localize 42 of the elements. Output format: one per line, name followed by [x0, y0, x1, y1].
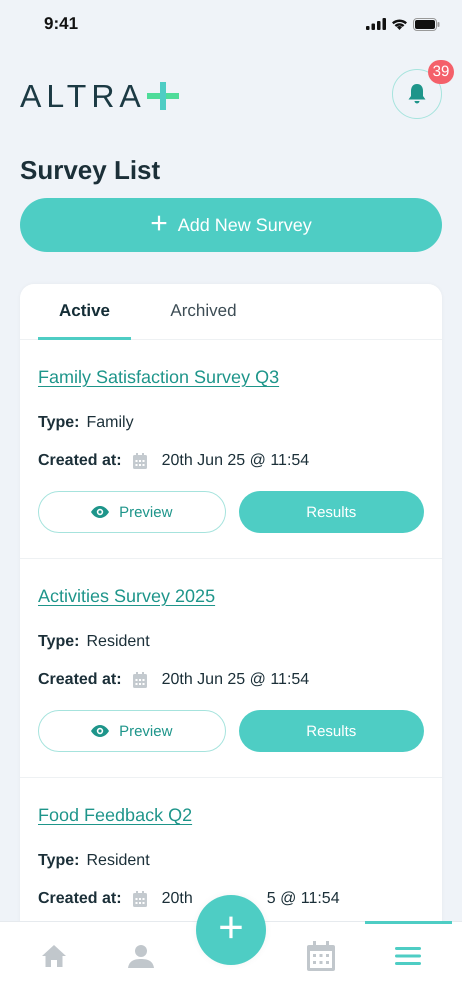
created-date: 20th Jun 25 @ 11:54	[162, 452, 310, 470]
results-button[interactable]: Results	[238, 710, 424, 752]
home-icon	[40, 944, 67, 968]
type-value: Family	[86, 414, 134, 432]
tab[interactable]: Active	[38, 284, 131, 340]
add-fab-button[interactable]: +	[196, 895, 266, 965]
calendar-icon	[132, 891, 147, 907]
type-label: Type:	[38, 852, 80, 870]
add-survey-button[interactable]: + Add New Survey	[20, 198, 442, 252]
type-value: Resident	[86, 633, 150, 651]
plus-logo-icon	[146, 82, 179, 110]
calendar-icon	[132, 453, 147, 469]
calendar-icon	[132, 672, 147, 688]
results-button[interactable]: Results	[238, 491, 424, 533]
type-label: Type:	[38, 414, 80, 432]
created-date: 20th Jun 25 @ 11:54	[162, 671, 310, 689]
survey-title-link[interactable]: Food Feedback Q2	[38, 805, 192, 826]
created-date: 5 @ 11:54	[266, 890, 340, 908]
created-label: Created at:	[38, 671, 122, 689]
menu-icon	[395, 947, 422, 965]
bell-icon	[407, 83, 427, 105]
page-title: Survey List	[20, 155, 162, 186]
eye-icon	[91, 725, 110, 737]
signal-icon	[366, 18, 386, 30]
type-value: Resident	[86, 852, 150, 870]
person-icon	[128, 944, 154, 968]
battery-icon	[413, 18, 440, 30]
tab[interactable]: Archived	[157, 284, 250, 340]
type-label: Type:	[38, 633, 80, 651]
created-label: Created at:	[38, 890, 122, 908]
eye-icon	[91, 506, 110, 518]
logo-text: ALTRA	[20, 78, 146, 114]
preview-button[interactable]: Preview	[38, 710, 226, 752]
survey-title-link[interactable]: Family Satisfaction Survey Q3	[38, 367, 280, 388]
status-time: 9:41	[44, 14, 78, 34]
notification-badge: 39	[428, 60, 454, 84]
survey-title-link[interactable]: Activities Survey 2025	[38, 586, 216, 607]
wifi-icon	[391, 18, 408, 30]
created-label: Created at:	[38, 452, 122, 470]
calendar-icon	[306, 941, 335, 971]
preview-button[interactable]: Preview	[38, 491, 226, 533]
created-date: 20th	[162, 890, 193, 908]
